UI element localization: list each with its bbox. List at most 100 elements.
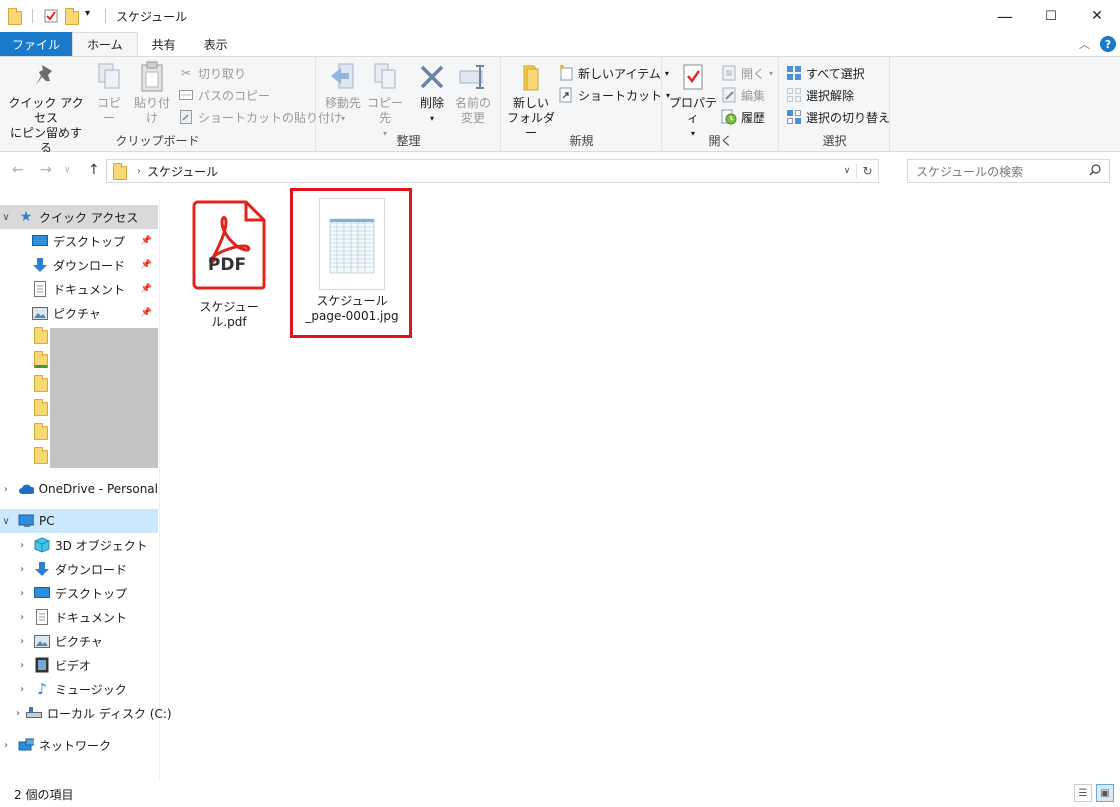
- desktop-icon: [34, 585, 50, 601]
- properties-check-icon[interactable]: [43, 8, 59, 24]
- history-button[interactable]: 履歴: [721, 107, 765, 127]
- redacted-area: [50, 328, 158, 468]
- chevron-right-icon[interactable]: ›: [16, 588, 28, 599]
- nav-onedrive[interactable]: › OneDrive - Personal: [0, 477, 158, 501]
- nav-label: ビデオ: [55, 658, 92, 673]
- chevron-right-icon[interactable]: ›: [16, 612, 28, 623]
- pin-icon[interactable]: 📌: [141, 308, 152, 318]
- chevron-down-icon[interactable]: ∨: [0, 516, 12, 527]
- tab-view[interactable]: 表示: [190, 32, 242, 56]
- history-label: 履歴: [741, 110, 766, 125]
- help-icon[interactable]: ?: [1100, 36, 1116, 52]
- copy-path-button[interactable]: パスのコピー: [178, 85, 270, 105]
- nav-pc-documents[interactable]: › ドキュメント: [0, 605, 158, 629]
- nav-pc-downloads[interactable]: › ダウンロード: [0, 557, 158, 581]
- pin-icon[interactable]: 📌: [141, 236, 152, 246]
- pin-icon[interactable]: 📌: [141, 260, 152, 270]
- chevron-right-icon[interactable]: ›: [16, 660, 28, 671]
- copy-path-label: パスのコピー: [198, 88, 271, 103]
- nav-pc-desktop[interactable]: › デスクトップ: [0, 581, 158, 605]
- chevron-right-icon[interactable]: ›: [16, 684, 28, 695]
- breadcrumb-current[interactable]: スケジュール: [147, 163, 218, 180]
- collapse-ribbon-icon[interactable]: ︿: [1079, 36, 1090, 52]
- chevron-right-icon[interactable]: ›: [0, 484, 12, 495]
- select-all-icon: [786, 65, 802, 81]
- new-folder-button[interactable]: 新しい フォルダー: [506, 61, 556, 141]
- copy-button[interactable]: コピー: [92, 61, 126, 126]
- back-arrow-icon[interactable]: ←: [12, 162, 24, 178]
- nav-qa-documents[interactable]: ドキュメント 📌: [0, 277, 158, 301]
- copy-to-button[interactable]: コピー先 ▾: [365, 61, 405, 141]
- minimize-button[interactable]: —: [982, 0, 1028, 32]
- nav-pc-music[interactable]: › ♪ ミュージック: [0, 677, 158, 701]
- rename-label: 名前の 変更: [454, 96, 491, 125]
- select-none-button[interactable]: 選択解除: [786, 85, 854, 105]
- paste-button[interactable]: 貼り付け: [130, 61, 174, 126]
- nav-qa-downloads[interactable]: ダウンロード 📌: [0, 253, 158, 277]
- search-icon[interactable]: [1089, 163, 1101, 179]
- open-button[interactable]: 開く ▾: [721, 63, 773, 83]
- move-to-label: 移動先: [324, 96, 361, 110]
- file-item-pdf[interactable]: PDF スケジュール.pdf: [186, 200, 272, 330]
- edit-button[interactable]: 編集: [721, 85, 765, 105]
- nav-pc-local-disk[interactable]: › ローカル ディスク (C:): [0, 701, 172, 725]
- address-dropdown-icon[interactable]: ∨: [838, 166, 856, 176]
- chevron-right-icon[interactable]: ›: [16, 540, 28, 551]
- folder-icon: [34, 423, 48, 440]
- forward-arrow-icon[interactable]: →: [40, 162, 52, 178]
- new-item-button[interactable]: 新しいアイテム ▾: [558, 63, 669, 83]
- edit-label: 編集: [741, 88, 766, 103]
- chevron-right-icon[interactable]: ›: [16, 636, 28, 647]
- group-label-select: 選択: [822, 134, 847, 148]
- nav-pc[interactable]: ∨ PC: [0, 509, 158, 533]
- group-clipboard: クイック アクセス にピン留めする コピー 貼り付け ✂ 切り取り パスのコピー: [0, 57, 342, 155]
- nav-pc-3d-objects[interactable]: › 3D オブジェクト: [0, 533, 158, 557]
- nav-pc-videos[interactable]: › ビデオ: [0, 653, 158, 677]
- document-icon: [34, 609, 50, 625]
- up-arrow-icon[interactable]: ↑: [88, 162, 100, 178]
- folder-icon: [113, 162, 127, 180]
- tab-share[interactable]: 共有: [138, 32, 190, 56]
- rename-button[interactable]: 名前の 変更: [453, 61, 493, 126]
- nav-network[interactable]: › ネットワーク: [0, 733, 158, 757]
- open-label: 開く: [741, 66, 766, 81]
- shortcut-icon: [558, 87, 574, 103]
- search-input[interactable]: スケジュールの検索: [916, 163, 1023, 180]
- move-to-button[interactable]: 移動先 ▾: [321, 61, 365, 126]
- nav-qa-desktop[interactable]: デスクトップ 📌: [0, 229, 158, 253]
- chevron-right-icon[interactable]: ›: [0, 740, 12, 751]
- cut-button[interactable]: ✂ 切り取り: [178, 63, 246, 83]
- nav-quick-access[interactable]: ∨ ★ クイック アクセス: [0, 205, 158, 229]
- properties-button[interactable]: プロパティ ▾: [667, 61, 719, 141]
- address-bar[interactable]: › スケジュール ∨ ↻: [106, 159, 879, 183]
- nav-pc-pictures[interactable]: › ピクチャ: [0, 629, 158, 653]
- refresh-icon[interactable]: ↻: [856, 164, 878, 178]
- invert-selection-button[interactable]: 選択の切り替え: [786, 107, 890, 127]
- details-view-icon[interactable]: ☰: [1074, 784, 1092, 802]
- customize-dropdown-icon[interactable]: ▾: [85, 8, 101, 24]
- large-icons-view-icon[interactable]: ▣: [1096, 784, 1114, 802]
- group-label-organize: 整理: [396, 134, 421, 148]
- navigation-pane: ∨ ★ クイック アクセス デスクトップ 📌 ダウンロード 📌 ドキュメント 📌…: [0, 200, 172, 780]
- nav-label: ローカル ディスク (C:): [47, 706, 172, 721]
- tab-file[interactable]: ファイル: [0, 32, 73, 56]
- tab-home[interactable]: ホーム: [72, 32, 138, 56]
- maximize-button[interactable]: ☐: [1028, 0, 1074, 32]
- recent-locations-chevron-icon[interactable]: ∨: [64, 165, 71, 175]
- close-button[interactable]: ✕: [1074, 0, 1120, 32]
- delete-button[interactable]: 削除 ▾: [415, 61, 449, 126]
- new-folder-icon[interactable]: [65, 8, 81, 25]
- select-all-button[interactable]: すべて選択: [786, 63, 865, 83]
- chevron-right-icon[interactable]: ›: [16, 708, 20, 719]
- breadcrumb-separator-icon: ›: [137, 165, 141, 177]
- chevron-right-icon[interactable]: ›: [16, 564, 28, 575]
- edit-icon: [721, 87, 737, 103]
- nav-label: デスクトップ: [55, 586, 128, 601]
- nav-label: 3D オブジェクト: [55, 538, 148, 553]
- easy-access-button[interactable]: ショートカット ▾: [558, 85, 670, 105]
- search-box[interactable]: スケジュールの検索: [907, 159, 1110, 183]
- pin-icon[interactable]: 📌: [141, 284, 152, 294]
- select-none-icon: [786, 87, 802, 103]
- nav-qa-pictures[interactable]: ピクチャ 📌: [0, 301, 158, 325]
- chevron-down-icon[interactable]: ∨: [0, 212, 12, 223]
